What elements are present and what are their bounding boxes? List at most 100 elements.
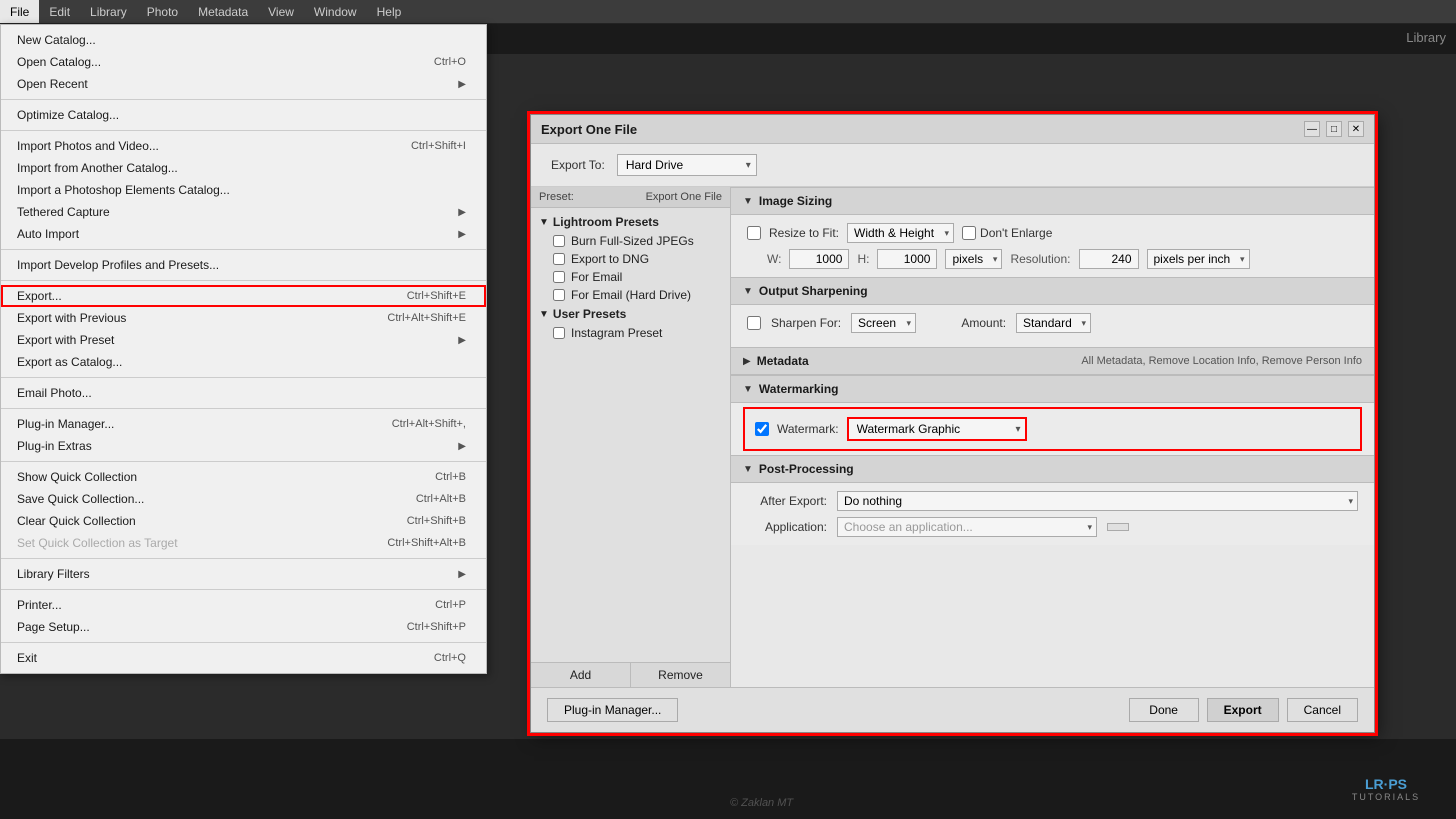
- menu-clear-quick-collection[interactable]: Clear Quick Collection Ctrl+Shift+B: [1, 510, 486, 532]
- plugin-manager-button[interactable]: Plug-in Manager...: [547, 698, 678, 722]
- watermark-select[interactable]: Watermark Graphic: [847, 417, 1027, 441]
- menu-open-catalog[interactable]: Open Catalog... Ctrl+O: [1, 51, 486, 73]
- menu-view[interactable]: View: [258, 0, 304, 23]
- metadata-section-header[interactable]: ▶ Metadata All Metadata, Remove Location…: [731, 347, 1374, 375]
- presets-panel: Preset: Export One File ▼ Lightroom Pres…: [531, 187, 731, 687]
- dialog-content: Preset: Export One File ▼ Lightroom Pres…: [531, 187, 1374, 687]
- menu-export-as-catalog[interactable]: Export as Catalog...: [1, 351, 486, 373]
- menu-section-exit: Exit Ctrl+Q: [1, 643, 486, 673]
- dont-enlarge-group: Don't Enlarge: [962, 226, 1052, 240]
- application-label: Application:: [747, 520, 827, 534]
- dialog-close-button[interactable]: ✕: [1348, 121, 1364, 137]
- image-sizing-arrow: ▼: [743, 196, 753, 207]
- menu-optimize-catalog[interactable]: Optimize Catalog...: [1, 104, 486, 126]
- menu-section-quick-collection: Show Quick Collection Ctrl+B Save Quick …: [1, 462, 486, 559]
- export-to-label: Export To:: [551, 158, 605, 172]
- application-select-wrapper: Choose an application...: [837, 517, 1097, 537]
- resize-select[interactable]: Width & Height: [847, 223, 954, 243]
- preset-label: Preset:: [539, 191, 574, 203]
- menu-plugin-extras[interactable]: Plug-in Extras ▶: [1, 435, 486, 457]
- dont-enlarge-checkbox[interactable]: [962, 226, 976, 240]
- menu-metadata[interactable]: Metadata: [188, 0, 258, 23]
- presets-remove-button[interactable]: Remove: [631, 663, 730, 687]
- after-export-select[interactable]: Do nothing: [837, 491, 1358, 511]
- export-button[interactable]: Export: [1207, 698, 1279, 722]
- post-processing-arrow: ▼: [743, 464, 753, 475]
- menu-import-photos[interactable]: Import Photos and Video... Ctrl+Shift+I: [1, 135, 486, 157]
- amount-select[interactable]: Standard: [1016, 313, 1091, 333]
- menu-import-develop-profiles[interactable]: Import Develop Profiles and Presets...: [1, 254, 486, 276]
- application-select[interactable]: Choose an application...: [837, 517, 1097, 537]
- menu-edit[interactable]: Edit: [39, 0, 80, 23]
- unit-select[interactable]: pixels: [945, 249, 1002, 269]
- resize-to-fit-checkbox[interactable]: [747, 226, 761, 240]
- preset-for-email-checkbox[interactable]: [553, 271, 565, 283]
- dialog-maximize-button[interactable]: □: [1326, 121, 1342, 137]
- presets-add-button[interactable]: Add: [531, 663, 631, 687]
- menu-window[interactable]: Window: [304, 0, 367, 23]
- menu-auto-import[interactable]: Auto Import ▶: [1, 223, 486, 245]
- menu-set-quick-collection-target[interactable]: Set Quick Collection as Target Ctrl+Shif…: [1, 532, 486, 554]
- lightroom-presets-header[interactable]: ▼ Lightroom Presets: [531, 212, 730, 232]
- post-processing-section-header[interactable]: ▼ Post-Processing: [731, 455, 1374, 483]
- menu-email-photo[interactable]: Email Photo...: [1, 382, 486, 404]
- menu-printer[interactable]: Printer... Ctrl+P: [1, 594, 486, 616]
- user-presets-header[interactable]: ▼ User Presets: [531, 304, 730, 324]
- menu-tethered-capture[interactable]: Tethered Capture ▶: [1, 201, 486, 223]
- preset-for-email-label: For Email: [571, 270, 622, 284]
- menu-export-with-preset[interactable]: Export with Preset ▶: [1, 329, 486, 351]
- watermarking-section-header[interactable]: ▼ Watermarking: [731, 375, 1374, 403]
- height-input[interactable]: [877, 249, 937, 269]
- preset-for-email[interactable]: For Email: [531, 268, 730, 286]
- menu-help[interactable]: Help: [367, 0, 412, 23]
- resize-select-wrapper: Width & Height: [847, 223, 954, 243]
- export-to-select[interactable]: Hard Drive: [617, 154, 757, 176]
- preset-for-email-hard-drive[interactable]: For Email (Hard Drive): [531, 286, 730, 304]
- menu-show-quick-collection[interactable]: Show Quick Collection Ctrl+B: [1, 466, 486, 488]
- menu-import-another-catalog[interactable]: Import from Another Catalog...: [1, 157, 486, 179]
- preset-burn-jpegs-checkbox[interactable]: [553, 235, 565, 247]
- resolution-input[interactable]: [1079, 249, 1139, 269]
- resolution-unit-select[interactable]: pixels per inch: [1147, 249, 1250, 269]
- menu-save-quick-collection[interactable]: Save Quick Collection... Ctrl+Alt+B: [1, 488, 486, 510]
- menu-photo[interactable]: Photo: [137, 0, 188, 23]
- preset-for-email-hd-checkbox[interactable]: [553, 289, 565, 301]
- preset-instagram[interactable]: Instagram Preset: [531, 324, 730, 342]
- sharpen-for-checkbox[interactable]: [747, 316, 761, 330]
- done-button[interactable]: Done: [1129, 698, 1199, 722]
- import-photos-label: Import Photos and Video...: [17, 139, 159, 153]
- menu-file[interactable]: File: [0, 0, 39, 23]
- h-label: H:: [857, 252, 869, 266]
- auto-import-label: Auto Import: [17, 227, 79, 241]
- choose-application-button[interactable]: [1107, 523, 1129, 531]
- dialog-titlebar: Export One File — □ ✕: [531, 115, 1374, 144]
- menu-open-recent[interactable]: Open Recent ▶: [1, 73, 486, 95]
- menu-plugin-manager[interactable]: Plug-in Manager... Ctrl+Alt+Shift+,: [1, 413, 486, 435]
- menu-exit[interactable]: Exit Ctrl+Q: [1, 647, 486, 669]
- menu-page-setup[interactable]: Page Setup... Ctrl+Shift+P: [1, 616, 486, 638]
- menu-export-with-previous[interactable]: Export with Previous Ctrl+Alt+Shift+E: [1, 307, 486, 329]
- preset-export-dng[interactable]: Export to DNG: [531, 250, 730, 268]
- show-qc-shortcut: Ctrl+B: [435, 471, 466, 483]
- plugin-extras-arrow: ▶: [458, 441, 466, 452]
- printer-shortcut: Ctrl+P: [435, 599, 466, 611]
- menu-library[interactable]: Library: [80, 0, 137, 23]
- menu-new-catalog[interactable]: New Catalog...: [1, 29, 486, 51]
- preset-instagram-checkbox[interactable]: [553, 327, 565, 339]
- menu-library-filters[interactable]: Library Filters ▶: [1, 563, 486, 585]
- preset-burn-jpegs[interactable]: Burn Full-Sized JPEGs: [531, 232, 730, 250]
- menu-import-photoshop[interactable]: Import a Photoshop Elements Catalog...: [1, 179, 486, 201]
- width-input[interactable]: [789, 249, 849, 269]
- watermark-checkbox[interactable]: [755, 422, 769, 436]
- image-sizing-section-header[interactable]: ▼ Image Sizing: [731, 187, 1374, 215]
- output-sharpening-section-header[interactable]: ▼ Output Sharpening: [731, 277, 1374, 305]
- export-prev-label: Export with Previous: [17, 311, 126, 325]
- menu-export[interactable]: Export... Ctrl+Shift+E: [1, 285, 486, 307]
- image-sizing-title: Image Sizing: [759, 194, 832, 208]
- menu-section-optimize: Optimize Catalog...: [1, 100, 486, 131]
- dialog-minimize-button[interactable]: —: [1304, 121, 1320, 137]
- preset-export-dng-checkbox[interactable]: [553, 253, 565, 265]
- sharpen-for-select[interactable]: Screen: [851, 313, 916, 333]
- sharpen-for-label: Sharpen For:: [771, 316, 841, 330]
- cancel-button[interactable]: Cancel: [1287, 698, 1358, 722]
